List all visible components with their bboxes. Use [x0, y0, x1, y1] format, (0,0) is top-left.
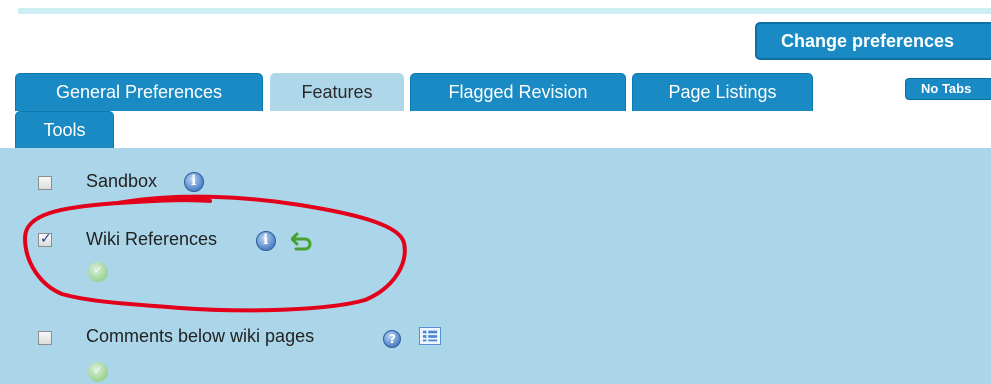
info-icon[interactable] [184, 172, 204, 192]
tab-tools[interactable]: Tools [15, 111, 114, 149]
wiki-references-label: Wiki References [86, 229, 218, 249]
change-preferences-button[interactable]: Change preferences [755, 22, 991, 60]
wiki-references-checkbox[interactable] [38, 231, 52, 247]
list-icon[interactable] [419, 327, 441, 345]
top-divider [18, 8, 991, 14]
tab-flagged-revision[interactable]: Flagged Revision [410, 73, 626, 111]
comments-checkbox[interactable] [38, 331, 52, 345]
undo-icon[interactable] [291, 231, 313, 251]
tab-features[interactable]: Features [270, 73, 404, 111]
no-tabs-button[interactable]: No Tabs [905, 78, 991, 100]
sandbox-checkbox[interactable] [38, 176, 52, 190]
info-icon[interactable] [256, 231, 276, 251]
help-icon[interactable] [383, 330, 401, 348]
tab-page-listings[interactable]: Page Listings [632, 73, 813, 111]
tab-general-preferences[interactable]: General Preferences [15, 73, 263, 111]
sandbox-label: Sandbox [86, 171, 158, 191]
ok-icon [88, 362, 108, 382]
comments-label: Comments below wiki pages [86, 326, 315, 346]
ok-icon [88, 262, 108, 282]
